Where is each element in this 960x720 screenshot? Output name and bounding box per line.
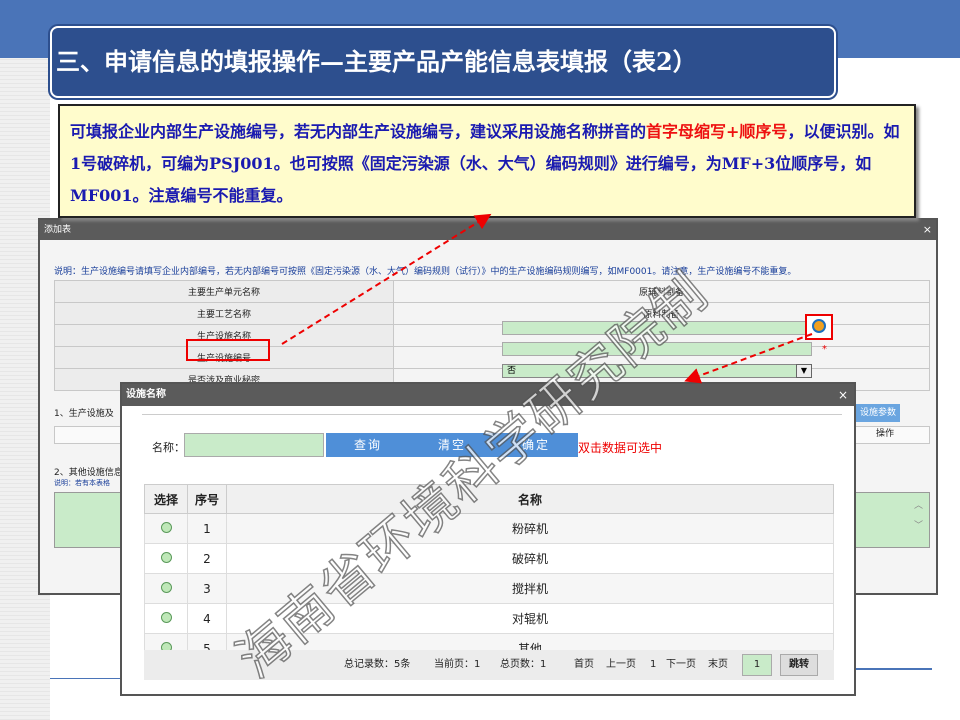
section2-note: 说明：若有本表格	[54, 479, 110, 487]
table-row[interactable]: 3 搅拌机	[144, 573, 834, 604]
pager-last[interactable]: 末页	[708, 650, 728, 680]
radio-icon[interactable]	[160, 551, 172, 563]
pager-prev[interactable]: 上一页	[606, 650, 636, 680]
col-select: 选择	[144, 484, 188, 514]
form-label: 主要工艺名称	[54, 302, 394, 325]
code-label-highlight	[186, 339, 270, 361]
pager-go-button[interactable]: 跳转	[780, 654, 818, 676]
pager-next[interactable]: 下一页	[666, 650, 696, 680]
row-index: 1	[187, 513, 227, 544]
note-text: 可填报企业内部生产设施编号，若无内部生产设施编号，建议采用设施名称拼音的	[70, 122, 647, 141]
required-mark: *	[822, 344, 827, 355]
col-index: 序号	[187, 484, 227, 514]
note-highlight: 首字母缩写+顺序号	[646, 122, 788, 141]
op-column-header: 操作	[876, 429, 895, 439]
section1-heading: 1、生产设施及	[54, 409, 114, 419]
row-name: 粉碎机	[226, 513, 834, 544]
col-name: 名称	[226, 484, 834, 514]
pager-pages: 总页数：1	[500, 659, 547, 670]
page-title: 三、申请信息的填报操作—主要产品产能信息表填报（表2）	[50, 26, 836, 98]
section2-heading: 2、其他设施信息	[54, 468, 123, 478]
facility-params-button[interactable]: 设施参数	[856, 404, 900, 422]
pager-current: 当前页：1	[434, 659, 481, 670]
slide-divider-right	[856, 668, 932, 670]
pager-page-input[interactable]: 1	[742, 654, 772, 676]
guidance-note: 可填报企业内部生产设施编号，若无内部生产设施编号，建议采用设施名称拼音的首字母缩…	[58, 104, 916, 218]
radio-icon[interactable]	[160, 611, 172, 623]
dialog-close-icon[interactable]: ×	[923, 220, 932, 240]
popup-titlebar: 设施名称	[122, 384, 854, 406]
row-index: 3	[187, 573, 227, 604]
radio-icon[interactable]	[160, 521, 172, 533]
facility-lookup-button[interactable]	[805, 314, 833, 340]
slide-divider-left	[50, 678, 120, 679]
row-index: 4	[187, 603, 227, 634]
name-label: 名称：	[152, 441, 185, 454]
table-row[interactable]: 1 粉碎机	[144, 513, 834, 544]
pager-first[interactable]: 首页	[574, 650, 594, 680]
query-button[interactable]: 查询	[326, 433, 410, 457]
textarea-scrollbar[interactable]: ︿ ﹀	[914, 496, 923, 536]
form-label: 主要生产单元名称	[54, 280, 394, 303]
popup-title: 设施名称	[126, 389, 166, 400]
double-click-hint: 双击数据可选中	[578, 441, 663, 455]
table-row[interactable]: 2 破碎机	[144, 543, 834, 574]
dialog-title: 添加表	[44, 225, 72, 235]
chevron-down-icon[interactable]: ▼	[796, 364, 812, 378]
form-row: 主要生产单元名称 原辅料制备	[54, 280, 930, 303]
magnifier-icon	[812, 319, 826, 333]
name-search-input[interactable]	[184, 433, 324, 457]
row-index: 2	[187, 543, 227, 574]
radio-icon[interactable]	[160, 581, 172, 593]
dialog-titlebar: 添加表	[40, 220, 936, 240]
pager-total: 总记录数：5条	[344, 659, 411, 670]
popup-close-icon[interactable]: ×	[838, 384, 848, 406]
pager-page-num: 1	[650, 659, 657, 670]
